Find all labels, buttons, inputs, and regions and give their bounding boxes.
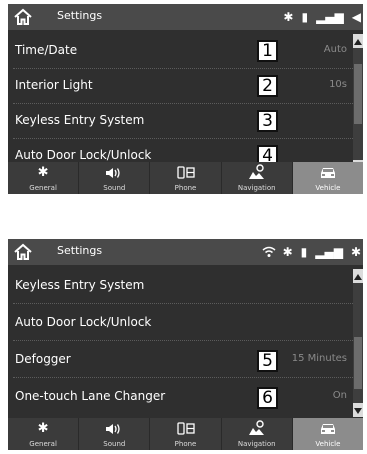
tab-vehicle[interactable]: Vehicle: [292, 162, 363, 194]
tab-navigation[interactable]: Navigation: [222, 418, 293, 450]
signal-icon: ▂▄▆: [315, 245, 343, 259]
tab-navigation[interactable]: Navigation: [222, 162, 293, 194]
scroll-up-button[interactable]: [353, 34, 363, 48]
list-item-one-touch-lane-changer[interactable]: One-touch Lane Changer 6 On: [8, 380, 353, 415]
speaker-icon: [106, 168, 120, 178]
status-icons: ✱ ▮ ▂▄▆ ✱: [262, 241, 363, 263]
tab-label: Phone: [174, 184, 197, 192]
scrollbar[interactable]: [353, 34, 363, 174]
gear-icon: ✱: [37, 421, 49, 436]
settings-screen-1: Settings ✱ ▮ ▂▄▆ ◀ Time/Date 1 Auto Inte…: [8, 4, 363, 194]
tab-bar: ✱ General Sound Phone Navigation Vehicle: [8, 418, 363, 450]
list-item-keyless-entry[interactable]: Keyless Entry System: [8, 269, 353, 304]
list-item-auto-door-lock[interactable]: Auto Door Lock/Unlock: [8, 306, 353, 341]
tab-label: Sound: [103, 184, 126, 192]
tab-sound[interactable]: Sound: [79, 162, 151, 194]
phone-battery-icon: ▮: [300, 245, 308, 259]
callout-number: 1: [257, 40, 278, 62]
tab-label: General: [29, 184, 57, 192]
home-icon[interactable]: [12, 241, 34, 263]
chevron-up-icon: [354, 39, 362, 45]
navigation-icon: [248, 420, 264, 435]
home-icon[interactable]: [12, 6, 34, 28]
list-item-label: Auto Door Lock/Unlock: [15, 315, 152, 329]
list-item-label: Auto Door Lock/Unlock: [15, 148, 152, 162]
callout-number: 3: [257, 110, 278, 132]
tab-sound[interactable]: Sound: [79, 418, 151, 450]
tab-label: Sound: [103, 440, 126, 448]
navigation-icon: [248, 164, 264, 179]
tab-label: Navigation: [237, 184, 276, 192]
tab-phone[interactable]: Phone: [150, 162, 222, 194]
list-item-label: Time/Date: [15, 43, 78, 57]
list-item-label: Interior Light: [15, 78, 93, 92]
settings-screen-2: Settings ✱ ▮ ▂▄▆ ✱ Keyless Entry System …: [8, 239, 363, 450]
list-item-label: Defogger: [15, 352, 71, 366]
scroll-thumb[interactable]: [354, 337, 362, 389]
tab-general[interactable]: ✱ General: [8, 418, 80, 450]
tab-label: General: [29, 440, 57, 448]
callout-number: 5: [257, 350, 278, 372]
bluetooth-icon: ✱: [282, 245, 293, 259]
tab-vehicle[interactable]: Vehicle: [292, 418, 363, 450]
callout-number: 2: [257, 75, 278, 97]
chevron-down-icon: [354, 408, 362, 414]
status-bar: Settings ✱ ▮ ▂▄▆ ◀: [8, 4, 363, 30]
list-item-label: Keyless Entry System: [15, 113, 145, 127]
scroll-thumb[interactable]: [354, 64, 362, 124]
list-item-value: 10s: [329, 79, 347, 90]
list-item-keyless-entry[interactable]: Keyless Entry System 3: [8, 104, 353, 139]
signal-icon: ▂▄▆: [316, 10, 344, 24]
gear-icon: ✱: [37, 165, 49, 180]
tab-label: Vehicle: [315, 184, 341, 192]
scroll-down-button[interactable]: [353, 403, 363, 417]
divider: [13, 340, 353, 341]
tab-general[interactable]: ✱ General: [8, 162, 80, 194]
bluetooth-icon: ✱: [283, 10, 294, 24]
speaker-icon: [106, 424, 120, 434]
tab-label: Phone: [174, 440, 197, 448]
phone-icon: [176, 422, 195, 435]
car-icon: [320, 424, 335, 434]
bluetooth-icon: ✱: [350, 245, 361, 259]
list-item-label: One-touch Lane Changer: [15, 389, 166, 403]
chevron-up-icon: [354, 274, 362, 280]
callout-number: 6: [257, 387, 278, 409]
page-title: Settings: [57, 9, 103, 22]
phone-battery-icon: ▮: [301, 10, 309, 24]
list-item-value: On: [332, 390, 347, 401]
divider: [13, 377, 353, 378]
list-item-time-date[interactable]: Time/Date 1 Auto: [8, 34, 353, 69]
tab-bar: ✱ General Sound Phone Navigation Vehicle: [8, 162, 363, 194]
list-item-interior-light[interactable]: Interior Light 2 10s: [8, 69, 353, 104]
phone-icon: [176, 166, 195, 179]
list-item-label: Keyless Entry System: [15, 278, 145, 292]
list-item-value: Auto: [323, 44, 347, 55]
list-item-defogger[interactable]: Defogger 5 15 Minutes: [8, 343, 353, 378]
car-icon: [320, 168, 335, 178]
status-bar: Settings ✱ ▮ ▂▄▆ ✱: [8, 239, 363, 265]
status-icons: ✱ ▮ ▂▄▆ ◀: [283, 6, 363, 28]
speaker-icon: ◀: [351, 10, 361, 24]
scroll-up-button[interactable]: [353, 269, 363, 283]
divider: [13, 303, 353, 304]
scrollbar[interactable]: [353, 269, 363, 417]
tab-label: Vehicle: [315, 440, 341, 448]
tab-phone[interactable]: Phone: [150, 418, 222, 450]
page-title: Settings: [57, 244, 103, 257]
tab-label: Navigation: [237, 440, 276, 448]
list-item-value: 15 Minutes: [291, 353, 347, 364]
wifi-icon: [262, 246, 276, 257]
